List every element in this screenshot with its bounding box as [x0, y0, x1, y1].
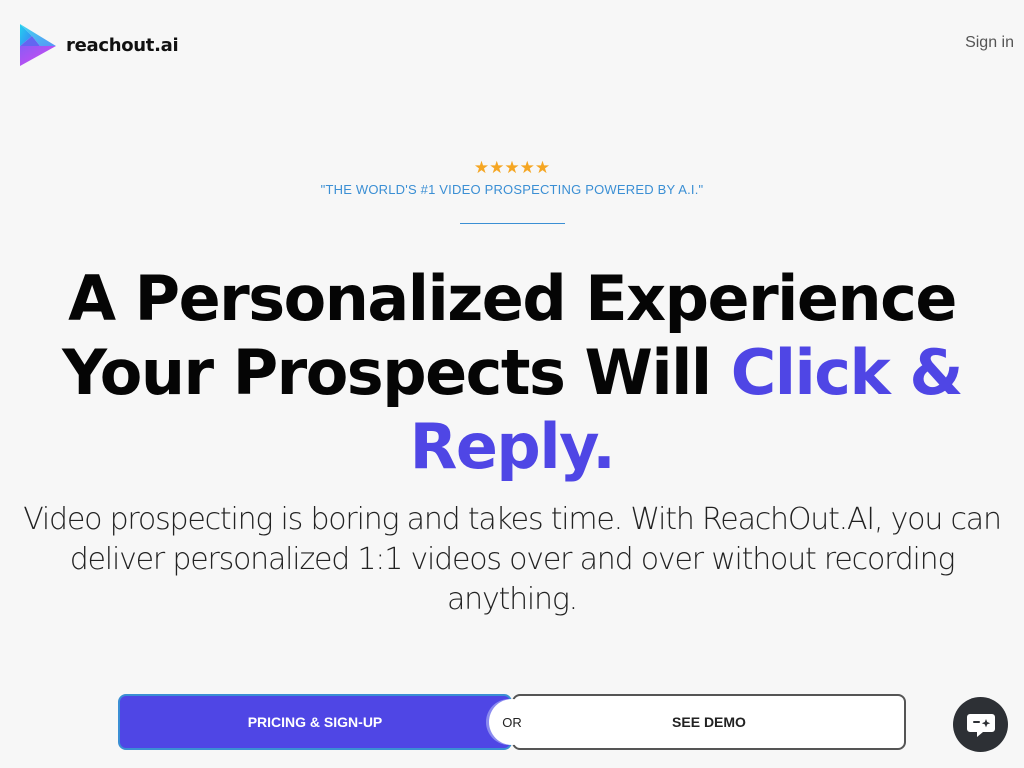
brand-name: reachout.ai: [66, 34, 179, 56]
rating-stars: ★★★★★: [473, 158, 551, 177]
brand-logo[interactable]: reachout.ai: [18, 22, 179, 68]
pricing-signup-button[interactable]: PRICING & SIGN-UP: [118, 694, 512, 750]
sign-in-link[interactable]: Sign in: [965, 34, 1014, 52]
tagline: "THE WORLD'S #1 VIDEO PROSPECTING POWERE…: [320, 182, 704, 197]
play-triangle-logo-icon: [20, 24, 56, 66]
see-demo-button[interactable]: SEE DEMO: [512, 694, 906, 750]
tagline-divider: [460, 223, 565, 224]
headline-line-2: Your Prospects Will: [62, 336, 731, 409]
headline-accent-reply: Reply.: [409, 410, 616, 483]
hero-headline: A Personalized Experience Your Prospects…: [0, 262, 1024, 484]
chat-widget-button[interactable]: [953, 697, 1008, 752]
headline-accent-click: Click &: [730, 336, 964, 409]
chat-sparkle-icon: [966, 713, 995, 737]
or-badge: OR: [489, 699, 535, 745]
hero-subtext: Video prospecting is boring and takes ti…: [23, 502, 1002, 617]
headline-line-1: A Personalized Experience: [68, 262, 957, 335]
site-header: reachout.ai Sign in: [0, 0, 1024, 90]
